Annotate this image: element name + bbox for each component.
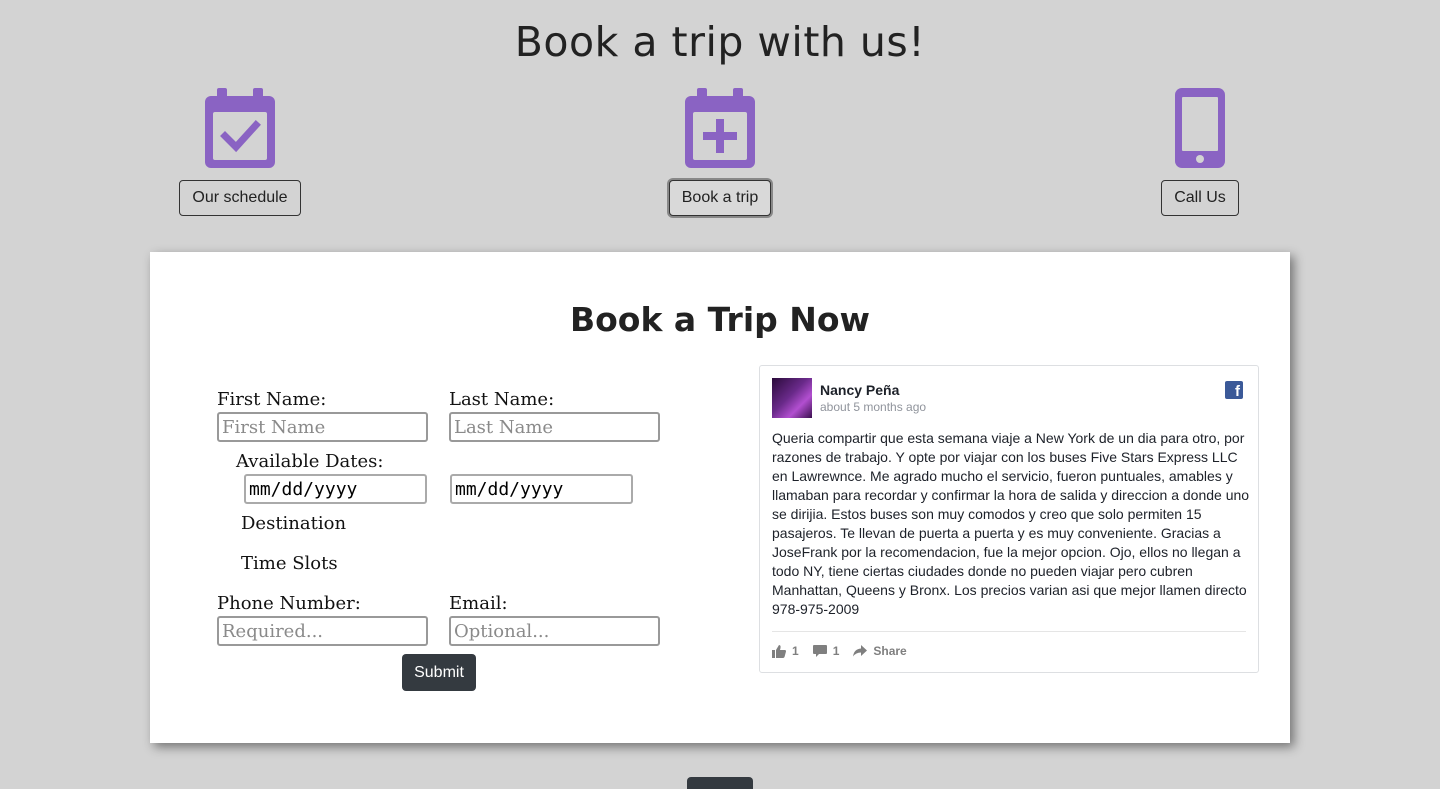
nav-call: Call Us xyxy=(1130,88,1270,216)
facebook-review: Nancy Peña about 5 months ago f Queria c… xyxy=(759,365,1259,673)
calendar-plus-icon[interactable] xyxy=(685,88,755,168)
review-author[interactable]: Nancy Peña xyxy=(820,382,899,398)
review-time[interactable]: about 5 months ago xyxy=(820,400,926,414)
calendar-check-icon[interactable] xyxy=(205,88,275,168)
first-name-input[interactable] xyxy=(217,412,428,442)
like-action[interactable]: 1 xyxy=(772,644,799,658)
time-slots-label: Time Slots xyxy=(241,553,338,574)
page-title: Book a trip with us! xyxy=(514,18,926,66)
booking-card: Book a Trip Now First Name: Last Name: A… xyxy=(150,252,1290,743)
phone-label: Phone Number: xyxy=(217,593,361,614)
last-name-label: Last Name: xyxy=(449,389,555,410)
share-icon xyxy=(853,645,868,657)
comment-icon xyxy=(812,644,827,657)
review-actions: 1 1 Share xyxy=(772,644,921,658)
nav-schedule: Our schedule xyxy=(170,88,310,216)
comment-count: 1 xyxy=(832,644,840,658)
submit-button[interactable]: Submit xyxy=(402,654,476,691)
thumbs-up-icon xyxy=(772,644,786,658)
first-name-label: First Name: xyxy=(217,389,327,410)
divider xyxy=(772,631,1246,632)
date-to-input[interactable] xyxy=(450,474,633,504)
like-count: 1 xyxy=(792,644,799,658)
avatar[interactable] xyxy=(772,378,812,418)
booking-form: First Name: Last Name: Available Dates: … xyxy=(150,252,750,743)
available-dates-label: Available Dates: xyxy=(236,451,384,472)
share-action[interactable]: Share xyxy=(853,644,907,658)
email-label: Email: xyxy=(449,593,508,614)
date-from-input[interactable] xyxy=(244,474,427,504)
nav-book: Book a trip xyxy=(650,88,790,216)
last-name-input[interactable] xyxy=(449,412,660,442)
phone-icon[interactable] xyxy=(1175,88,1225,168)
book-a-trip-button[interactable]: Book a trip xyxy=(668,180,772,216)
review-text: Queria compartir que esta semana viaje a… xyxy=(772,430,1250,617)
call-us-button[interactable]: Call Us xyxy=(1161,180,1239,216)
phone-input[interactable] xyxy=(217,616,428,646)
share-label: Share xyxy=(873,644,907,658)
comment-action[interactable]: 1 xyxy=(812,644,840,658)
email-input[interactable] xyxy=(449,616,660,646)
facebook-icon[interactable]: f xyxy=(1225,381,1243,399)
our-schedule-button[interactable]: Our schedule xyxy=(179,180,301,216)
bottom-button[interactable] xyxy=(687,777,753,789)
destination-label: Destination xyxy=(241,513,347,534)
